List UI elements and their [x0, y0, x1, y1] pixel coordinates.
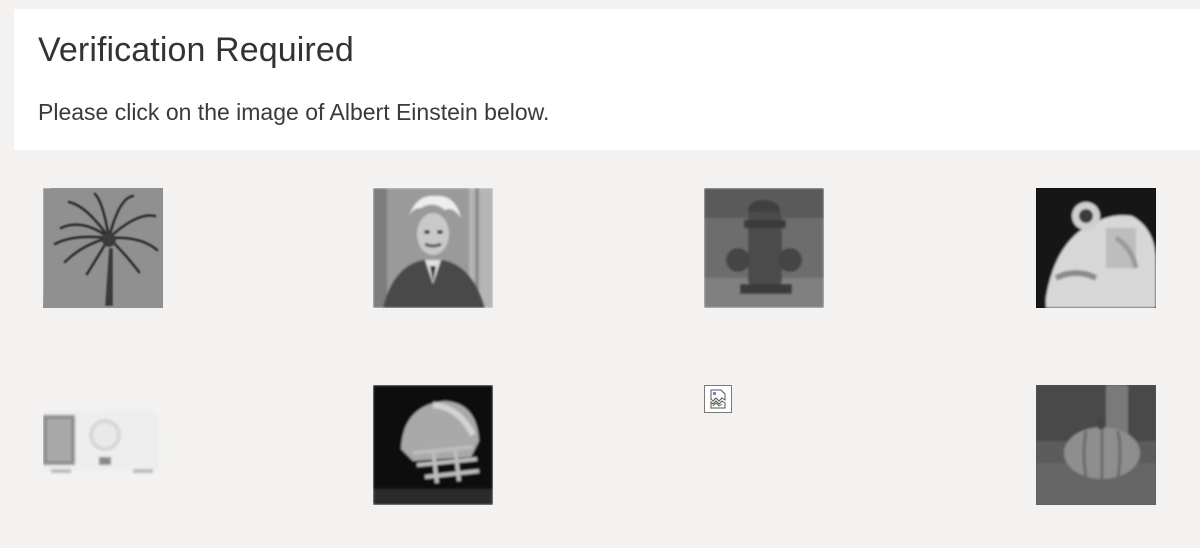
einstein-portrait-image — [373, 188, 493, 308]
captcha-tile-palm-tree[interactable] — [43, 188, 163, 308]
captcha-tile-pumpkin[interactable] — [1036, 385, 1156, 505]
instruction-text: Please click on the image of Albert Eins… — [38, 99, 550, 125]
broken-image-icon — [710, 389, 726, 409]
palm-tree-image — [43, 188, 163, 308]
football-helmet-image — [373, 385, 493, 505]
page-title: Verification Required — [38, 31, 354, 69]
captcha-tile-clock-radio[interactable] — [43, 385, 163, 505]
captcha-tile-fire-hydrant[interactable] — [704, 188, 824, 308]
verification-panel: Verification Required Please click on th… — [14, 9, 1200, 150]
captcha-tile-astronaut[interactable] — [1036, 188, 1156, 308]
captcha-tile-einstein[interactable] — [373, 188, 493, 308]
captcha-tile-broken-image[interactable] — [704, 385, 732, 413]
fire-hydrant-image — [704, 188, 824, 308]
clock-radio-image — [43, 385, 163, 505]
astronaut-image — [1036, 188, 1156, 308]
captcha-tile-football-helmet[interactable] — [373, 385, 493, 505]
pumpkin-image — [1036, 385, 1156, 505]
